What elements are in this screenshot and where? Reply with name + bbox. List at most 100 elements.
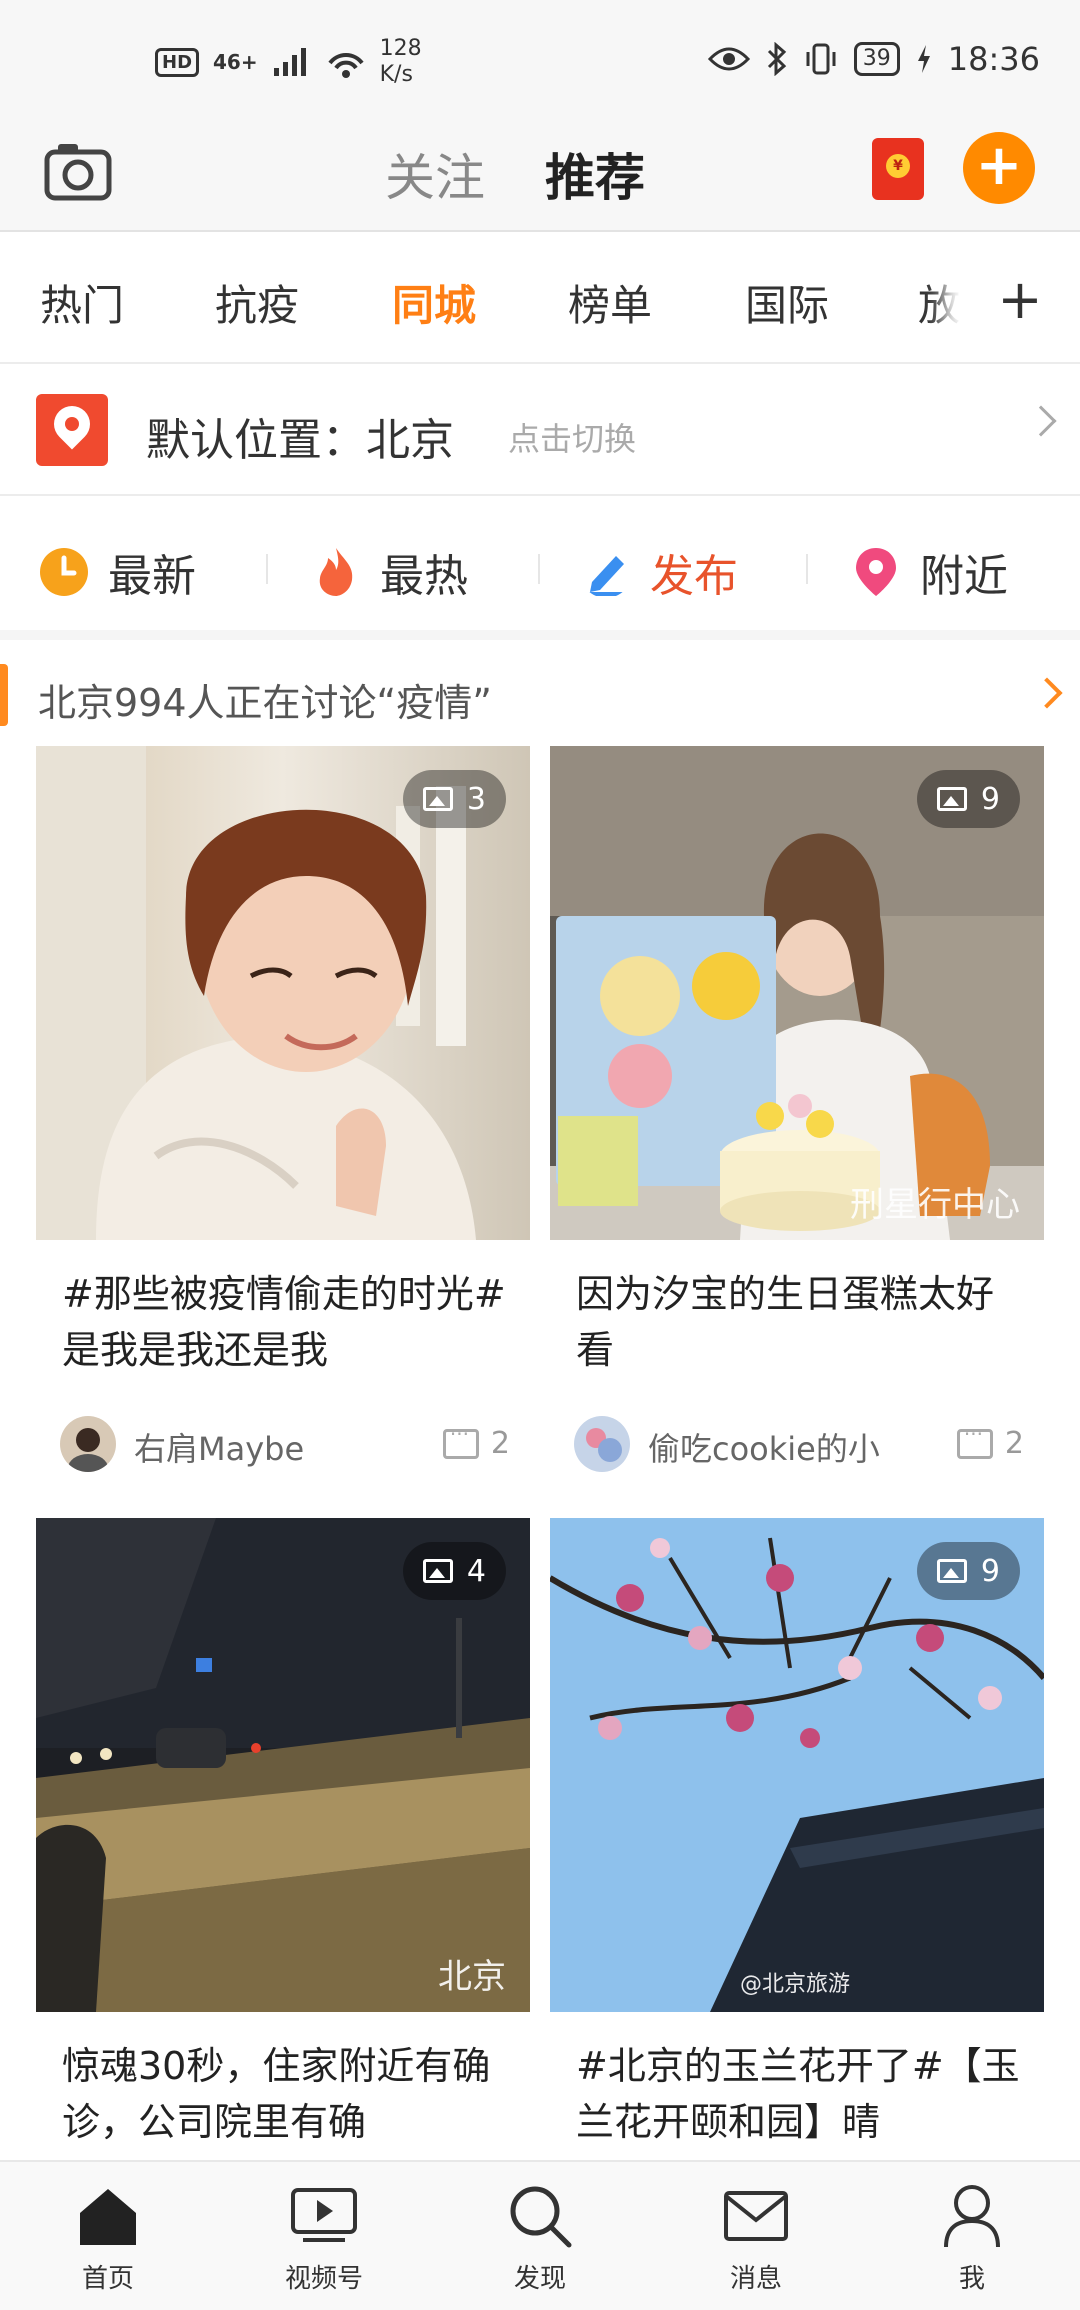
card-title[interactable]: 惊魂30秒，住家附近有确诊，公司院里有确 (62, 2038, 512, 2150)
image-count-badge: 3 (402, 770, 506, 828)
feed-card[interactable]: 4 北京 惊魂30秒，住家附近有确诊，公司院里有确 (36, 1518, 530, 2158)
filter-latest[interactable]: 最新 (38, 540, 196, 604)
channel-antiepidemic[interactable]: 抗疫 (215, 272, 299, 333)
hot-topic-text: 北京994人正在讨论“疫情” (38, 681, 492, 725)
nav-video[interactable]: 视频号 (254, 2176, 394, 2295)
home-icon (80, 2189, 136, 2245)
image-watermark: 北京 (438, 1957, 506, 1997)
filter-hottest[interactable]: 最热 (310, 540, 468, 604)
card-title[interactable]: 因为汐宝的生日蛋糕太好看 (576, 1266, 1026, 1378)
avatar[interactable] (60, 1416, 116, 1472)
coin-icon: ¥ (886, 154, 910, 178)
bluetooth-icon (767, 42, 786, 76)
image-count-badge: 9 (916, 770, 1020, 828)
nav-home[interactable]: 首页 (38, 2176, 178, 2295)
channel-local[interactable]: 同城 (392, 272, 476, 333)
clock-icon (40, 548, 88, 596)
battery-indicator: 39 (853, 42, 900, 76)
author-name[interactable]: 偷吃cookie的小 (648, 1424, 880, 1470)
divider (806, 554, 808, 584)
status-right: 39 18:36 (707, 40, 1040, 78)
card-title[interactable]: #北京的玉兰花开了#【玉兰花开颐和园】晴 (576, 2038, 1026, 2150)
camera-icon[interactable] (44, 140, 112, 202)
comment-count-value: 2 (1004, 1426, 1024, 1461)
feed-card[interactable]: 3 #那些被疫情偷走的时光#是我是我还是我 右肩Maybe 2 (36, 746, 530, 1486)
channel-hot[interactable]: 热门 (40, 272, 124, 333)
author-name[interactable]: 右肩Maybe (134, 1424, 304, 1470)
filter-hottest-label: 最热 (380, 551, 468, 602)
nav-profile[interactable]: 我 (902, 2176, 1042, 2295)
hot-topic-bar[interactable]: 北京994人正在讨论“疫情” (0, 660, 1080, 730)
nav-discover-label: 发现 (513, 2264, 566, 2294)
filter-publish[interactable]: 发布 (580, 540, 738, 604)
card-image[interactable]: 9 刑星行中心 (550, 746, 1044, 1240)
video-icon (291, 2188, 357, 2242)
wifi-icon (328, 53, 364, 78)
channel-tabs: 热门 抗疫 同城 榜单 国际 放 + (0, 232, 1080, 364)
image-count-badge: 4 (402, 1542, 506, 1600)
main-tabs: 关注 推荐 (385, 138, 645, 214)
charging-icon (917, 45, 930, 73)
signal-icon (273, 48, 306, 76)
card-image[interactable]: 4 北京 (36, 1518, 530, 2012)
card-title[interactable]: #那些被疫情偷走的时光#是我是我还是我 (62, 1266, 512, 1378)
top-header: 关注 推荐 ¥ + (0, 120, 1080, 232)
divider (266, 554, 268, 584)
image-icon (422, 1559, 453, 1583)
add-channel-button[interactable]: + (960, 260, 1080, 340)
image-watermark: 刑星行中心 (850, 1185, 1020, 1225)
chevron-right-icon (1025, 405, 1057, 437)
status-bar: HD 46+ 128 K/s 39 18:36 (0, 0, 1080, 120)
card-image[interactable]: 3 (36, 746, 530, 1240)
card-meta: 偷吃cookie的小 2 (574, 1416, 1024, 1476)
nav-messages-label: 消息 (729, 2264, 782, 2294)
image-count: 9 (980, 781, 1000, 817)
network-type: 46+ (213, 50, 258, 74)
comment-count[interactable]: 2 (442, 1422, 510, 1461)
image-icon (936, 787, 967, 811)
speed-value: 128 (379, 36, 422, 61)
status-left: HD 46+ 128 K/s (155, 36, 422, 88)
image-count: 4 (466, 1553, 486, 1589)
channel-international[interactable]: 国际 (745, 272, 829, 333)
comment-icon (956, 1422, 993, 1459)
mail-icon (724, 2191, 788, 2241)
image-watermark: @北京旅游 (740, 1972, 851, 1997)
plus-icon[interactable]: + (963, 132, 1035, 204)
nav-video-label: 视频号 (284, 2264, 363, 2294)
nav-messages[interactable]: 消息 (686, 2176, 826, 2295)
feed-card[interactable]: 9 @北京旅游 #北京的玉兰花开了#【玉兰花开颐和园】晴 (550, 1518, 1044, 2158)
nav-discover[interactable]: 发现 (470, 2176, 610, 2295)
filter-nearby[interactable]: 附近 (850, 540, 1008, 604)
comment-count[interactable]: 2 (956, 1422, 1024, 1461)
card-meta: 右肩Maybe 2 (60, 1416, 510, 1476)
search-icon (510, 2186, 572, 2248)
filter-latest-label: 最新 (108, 551, 196, 602)
comment-count-value: 2 (490, 1426, 510, 1461)
channel-rankings[interactable]: 榜单 (568, 272, 652, 333)
location-icon (36, 394, 108, 466)
divider (538, 554, 540, 584)
image-count: 9 (980, 1553, 1000, 1589)
pen-icon (586, 556, 626, 596)
feed-card[interactable]: 9 刑星行中心 因为汐宝的生日蛋糕太好看 偷吃cookie的小 2 (550, 746, 1044, 1486)
channel-partial[interactable]: 放 (918, 272, 960, 333)
hd-indicator: HD (155, 47, 200, 77)
location-switch-hint: 点击切换 (508, 420, 637, 458)
tab-recommend[interactable]: 推荐 (545, 138, 645, 214)
tab-follow[interactable]: 关注 (385, 138, 485, 210)
avatar[interactable] (574, 1416, 630, 1472)
profile-icon (944, 2185, 1000, 2248)
chevron-right-icon (1031, 677, 1063, 709)
location-pin-icon (856, 548, 896, 596)
image-icon (936, 1559, 967, 1583)
filter-nearby-label: 附近 (920, 551, 1008, 602)
speed-unit: K/s (379, 62, 413, 87)
comment-icon (442, 1422, 479, 1459)
location-row[interactable]: 默认位置：北京 点击切换 (0, 366, 1080, 496)
card-image[interactable]: 9 @北京旅游 (550, 1518, 1044, 2012)
nav-home-label: 首页 (81, 2264, 134, 2294)
red-packet-icon[interactable]: ¥ (872, 138, 924, 200)
location-label: 默认位置：北京 (146, 415, 454, 466)
vibrate-icon (806, 43, 836, 75)
